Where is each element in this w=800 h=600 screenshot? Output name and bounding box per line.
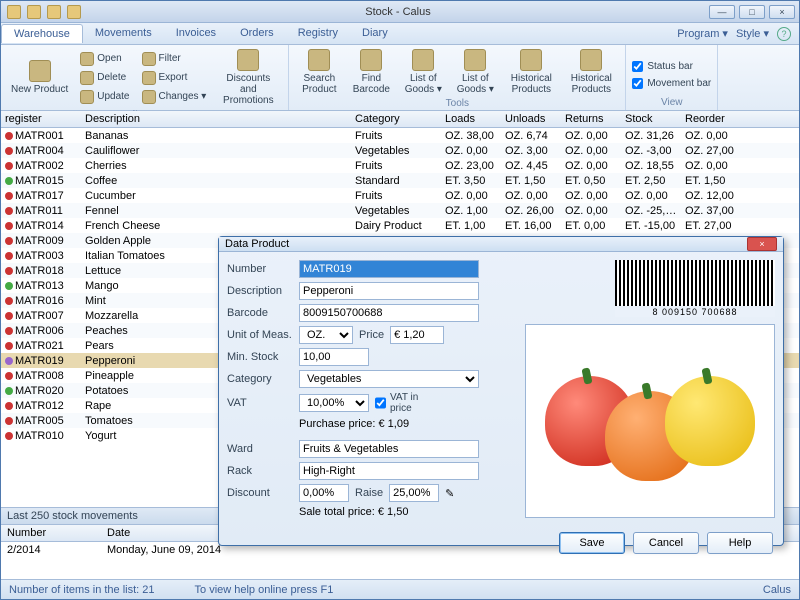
discounts-icon bbox=[237, 49, 259, 71]
discount-field[interactable] bbox=[299, 484, 349, 502]
rack-field[interactable] bbox=[299, 462, 479, 480]
table-row[interactable]: MATR014French CheeseDairy ProductET. 1,0… bbox=[1, 218, 799, 233]
help-icon[interactable]: ? bbox=[777, 27, 791, 41]
quick-access-toolbar[interactable] bbox=[1, 5, 87, 19]
help-button[interactable]: Help bbox=[707, 532, 773, 554]
export-button[interactable]: Export bbox=[138, 69, 211, 87]
titlebar: Stock - Calus — □ × bbox=[1, 1, 799, 23]
mov-col-date[interactable]: Date bbox=[101, 525, 136, 541]
window-title: Stock - Calus bbox=[87, 6, 709, 18]
update-icon bbox=[80, 90, 94, 104]
group-tools-label: Tools bbox=[295, 97, 619, 109]
save-button[interactable]: Save bbox=[559, 532, 625, 554]
find-barcode-button[interactable]: Find Barcode bbox=[347, 47, 395, 97]
menu-style[interactable]: Style ▾ bbox=[736, 27, 769, 40]
dialog-close-button[interactable]: × bbox=[747, 237, 777, 251]
col-unloads[interactable]: Unloads bbox=[501, 111, 561, 127]
description-field[interactable] bbox=[299, 282, 479, 300]
filter-icon bbox=[142, 52, 156, 66]
col-returns[interactable]: Returns bbox=[561, 111, 621, 127]
changes-icon bbox=[142, 90, 156, 104]
col-reorder[interactable]: Reorder bbox=[681, 111, 741, 127]
delete-icon bbox=[80, 71, 94, 85]
menubar: Warehouse Movements Invoices Orders Regi… bbox=[1, 23, 799, 45]
ribbon-tabs: Warehouse Movements Invoices Orders Regi… bbox=[1, 24, 400, 43]
table-row[interactable]: MATR004CauliflowerVegetablesOZ. 0,00OZ. … bbox=[1, 143, 799, 158]
grid-header: register Description Category Loads Unlo… bbox=[1, 111, 799, 128]
list-goods2-button[interactable]: List of Goods ▾ bbox=[451, 47, 499, 97]
minimize-button[interactable]: — bbox=[709, 5, 735, 19]
tab-movements[interactable]: Movements bbox=[83, 24, 164, 43]
vat-select[interactable]: 10,00% bbox=[299, 394, 369, 412]
changes-button[interactable]: Changes ▾ bbox=[138, 88, 211, 106]
table-row[interactable]: MATR011FennelVegetablesOZ. 1,00OZ. 26,00… bbox=[1, 203, 799, 218]
barcode-field[interactable] bbox=[299, 304, 479, 322]
status-brand: Calus bbox=[763, 584, 791, 596]
menu-program[interactable]: Program ▾ bbox=[677, 27, 728, 40]
maximize-button[interactable]: □ bbox=[739, 5, 765, 19]
tab-orders[interactable]: Orders bbox=[228, 24, 286, 43]
product-image bbox=[525, 324, 775, 518]
cancel-button[interactable]: Cancel bbox=[633, 532, 699, 554]
minstock-field[interactable] bbox=[299, 348, 369, 366]
raise-field[interactable] bbox=[389, 484, 439, 502]
col-category[interactable]: Category bbox=[351, 111, 441, 127]
new-product-icon bbox=[29, 60, 51, 82]
status-bar: Number of items in the list: 21 To view … bbox=[1, 579, 799, 599]
table-row[interactable]: MATR002CherriesFruitsOZ. 23,00OZ. 4,45OZ… bbox=[1, 158, 799, 173]
status-help: To view help online press F1 bbox=[195, 584, 334, 596]
history-icon bbox=[580, 49, 602, 71]
number-field[interactable] bbox=[299, 260, 479, 278]
tab-warehouse[interactable]: Warehouse bbox=[1, 24, 83, 43]
product-form: Number Description Barcode Unit of Meas.… bbox=[227, 260, 517, 518]
history-icon bbox=[520, 49, 542, 71]
table-row[interactable]: MATR001BananasFruitsOZ. 38,00OZ. 6,74OZ.… bbox=[1, 128, 799, 143]
hist-products-button[interactable]: Historical Products bbox=[503, 47, 559, 97]
table-row[interactable]: MATR015CoffeeStandardET. 3,50ET. 1,50ET.… bbox=[1, 173, 799, 188]
data-product-dialog: Data Product × Number Description Barcod… bbox=[218, 236, 784, 546]
col-stock[interactable]: Stock bbox=[621, 111, 681, 127]
vat-in-price-checkbox[interactable]: VAT in price bbox=[375, 392, 441, 414]
mov-col-number[interactable]: Number bbox=[1, 525, 101, 541]
barcode-icon bbox=[360, 49, 382, 71]
purchase-price-label: Purchase price: € 1,09 bbox=[299, 418, 409, 430]
dialog-titlebar: Data Product × bbox=[219, 237, 783, 252]
uom-select[interactable]: OZ. bbox=[299, 326, 353, 344]
new-product-button[interactable]: New Product bbox=[7, 58, 72, 97]
list-icon bbox=[412, 49, 434, 71]
category-select[interactable]: Vegetables bbox=[299, 370, 479, 388]
statusbar-checkbox[interactable]: Status bar bbox=[632, 61, 711, 72]
update-button[interactable]: Update bbox=[76, 88, 133, 106]
pepper-yellow bbox=[665, 376, 755, 466]
export-icon bbox=[142, 71, 156, 85]
open-icon bbox=[80, 52, 94, 66]
col-description[interactable]: Description bbox=[81, 111, 351, 127]
group-view-label: View bbox=[632, 96, 711, 108]
list-icon bbox=[464, 49, 486, 71]
list-goods-button[interactable]: List of Goods ▾ bbox=[399, 47, 447, 97]
table-row[interactable]: MATR017CucumberFruitsOZ. 0,00OZ. 0,00OZ.… bbox=[1, 188, 799, 203]
tab-diary[interactable]: Diary bbox=[350, 24, 400, 43]
price-field[interactable] bbox=[390, 326, 444, 344]
movementbar-checkbox[interactable]: Movement bar bbox=[632, 78, 711, 89]
status-items: Number of items in the list: 21 bbox=[9, 584, 155, 596]
col-register[interactable]: register bbox=[1, 111, 81, 127]
close-button[interactable]: × bbox=[769, 5, 795, 19]
sale-price-label: Sale total price: € 1,50 bbox=[299, 506, 408, 518]
barcode-display bbox=[615, 260, 775, 306]
edit-icon[interactable]: ✎ bbox=[445, 487, 454, 500]
col-loads[interactable]: Loads bbox=[441, 111, 501, 127]
ribbon: New Product Open Delete Update Filter Ex… bbox=[1, 45, 799, 111]
open-button[interactable]: Open bbox=[76, 50, 133, 68]
filter-button[interactable]: Filter bbox=[138, 50, 211, 68]
tab-invoices[interactable]: Invoices bbox=[164, 24, 228, 43]
tab-registry[interactable]: Registry bbox=[286, 24, 350, 43]
dialog-title: Data Product bbox=[225, 238, 289, 250]
search-product-button[interactable]: Search Product bbox=[295, 47, 343, 97]
discounts-button[interactable]: Discounts and Promotions bbox=[214, 47, 282, 108]
search-icon bbox=[308, 49, 330, 71]
ward-field[interactable] bbox=[299, 440, 479, 458]
delete-button[interactable]: Delete bbox=[76, 69, 133, 87]
hist-products2-button[interactable]: Historical Products bbox=[563, 47, 619, 97]
